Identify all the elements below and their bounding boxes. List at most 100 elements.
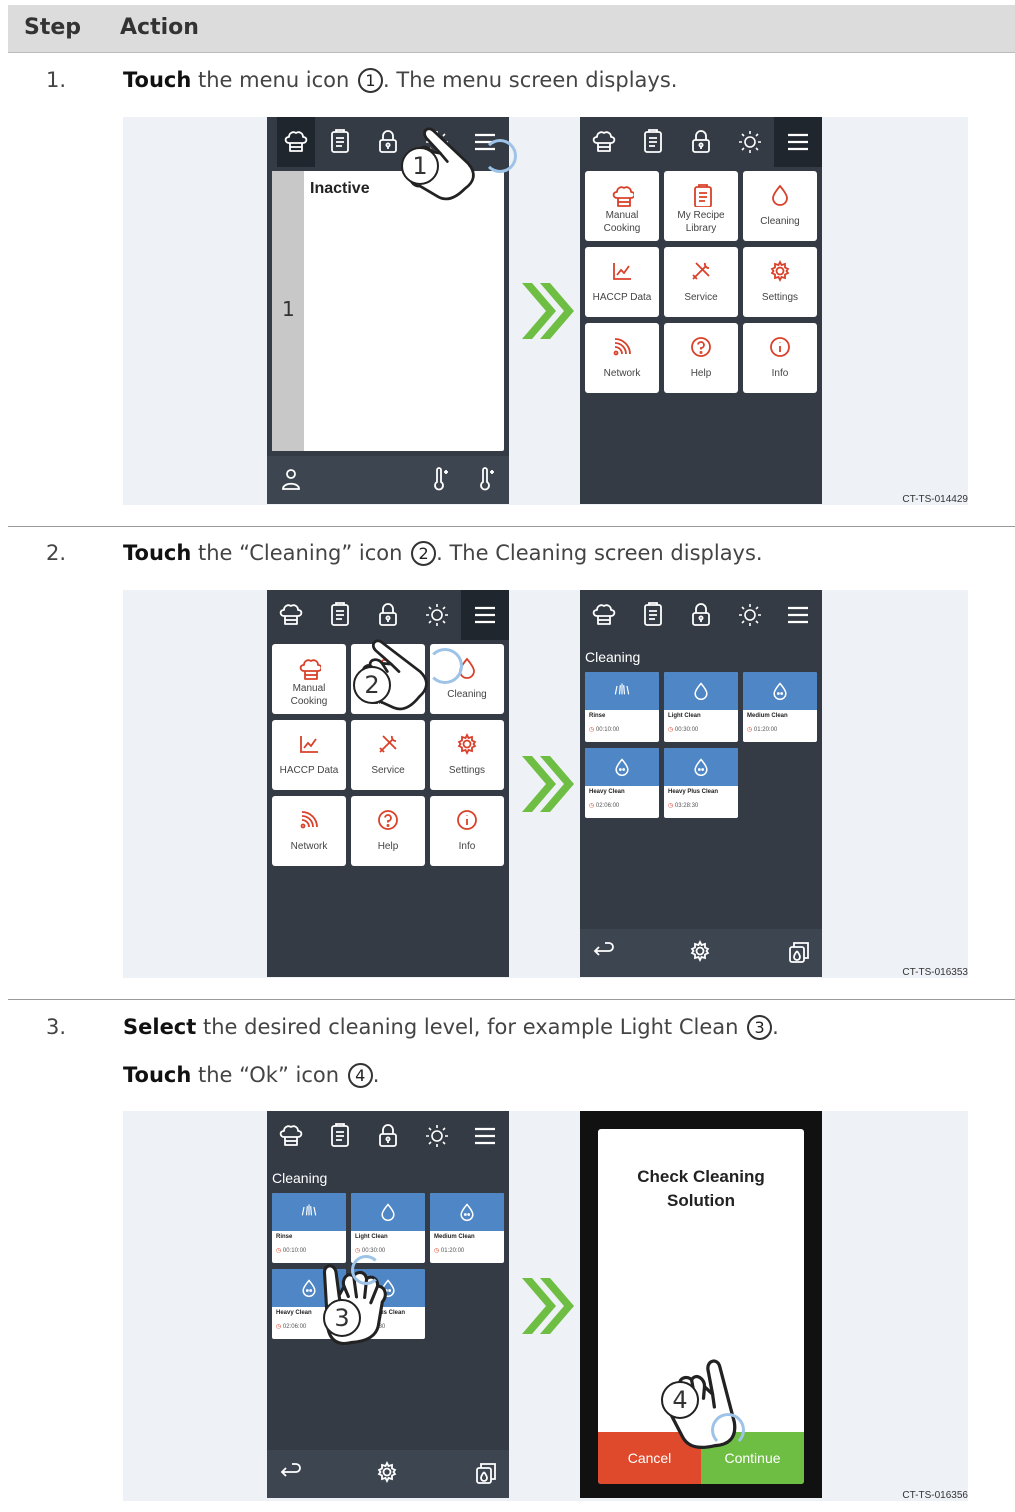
menu-tile-haccp-data[interactable]: HACCP Data	[585, 247, 659, 317]
menu-tile-help[interactable]: Help	[351, 796, 425, 866]
menu-tile-cleaning[interactable]: Cleaning	[743, 171, 817, 241]
menu-button-active[interactable]	[774, 117, 822, 167]
cleaning-program-light-clean[interactable]: Light Clean00:30:00	[664, 672, 738, 742]
menu-tile-label: Info	[771, 368, 789, 379]
dialog-title-line: Check Cleaning	[637, 1167, 765, 1186]
cleaning-drop-icon	[615, 758, 629, 777]
menu-icon[interactable]	[784, 601, 812, 629]
menu-tile-help[interactable]: Help	[664, 323, 738, 393]
back-icon[interactable]	[591, 939, 617, 965]
recipe-icon[interactable]	[326, 128, 354, 156]
column-header-action: Action	[120, 15, 199, 40]
home-icon[interactable]	[277, 117, 315, 167]
status-label: Inactive	[310, 180, 370, 197]
menu-tile-manual-cooking[interactable]: Manual Cooking	[585, 171, 659, 241]
brightness-icon[interactable]	[736, 128, 764, 156]
menu-button-active[interactable]	[461, 590, 509, 640]
chef-hat-icon	[610, 183, 636, 207]
table-header: Step Action	[8, 5, 1015, 53]
cleaning-drop-icon	[694, 758, 708, 777]
screen-title: Cleaning	[585, 649, 641, 665]
home-icon[interactable]	[277, 601, 305, 629]
home-icon[interactable]	[590, 601, 618, 629]
bottom-toolbar	[267, 1450, 509, 1498]
lock-icon[interactable]	[687, 601, 715, 629]
brightness-icon[interactable]	[423, 1122, 451, 1150]
cleaning-drop-icon	[694, 682, 708, 701]
top-toolbar	[580, 590, 822, 640]
slot-strip: 1	[272, 171, 304, 451]
drop-icon	[768, 183, 792, 207]
program-name: Rinse	[589, 713, 606, 719]
menu-tile-service[interactable]: Service	[664, 247, 738, 317]
lock-icon[interactable]	[687, 128, 715, 156]
instruction-text: . The Cleaning screen displays.	[436, 541, 763, 565]
callout-marker: 1	[358, 68, 384, 93]
menu-tile-settings[interactable]: Settings	[743, 247, 817, 317]
touch-hand-callout-2: 2	[335, 637, 463, 717]
instruction-text: the desired cleaning level, for example …	[196, 1015, 746, 1039]
cleaning-program-rinse[interactable]: Rinse 00:10:00	[585, 672, 659, 742]
back-icon[interactable]	[278, 1460, 304, 1486]
menu-tile-service[interactable]: Service	[351, 720, 425, 790]
lock-icon[interactable]	[374, 601, 402, 629]
gear-icon[interactable]	[375, 1460, 401, 1486]
menu-tile-network[interactable]: Network	[585, 323, 659, 393]
brightness-icon[interactable]	[736, 601, 764, 629]
program-icon-area	[585, 748, 659, 786]
cleaning-program-heavy-plus-clean[interactable]: Heavy Plus Clean 03:28:30	[664, 748, 738, 818]
probe-icon[interactable]	[473, 466, 499, 492]
program-duration: 02:06:00	[589, 802, 619, 809]
recipe-icon[interactable]	[326, 1122, 354, 1150]
oven-screen-menu: ManualCooking My RecipeLibrary Cleaning HAC…	[580, 117, 822, 504]
cleaning-program-heavy-clean[interactable]: Heavy Clean 02:06:00	[585, 748, 659, 818]
callout-marker: 1	[401, 147, 439, 185]
tap-ring	[351, 1255, 381, 1285]
cleaning-program-medium-clean[interactable]: Medium Clean 01:20:00	[430, 1193, 504, 1263]
chart-icon	[610, 259, 634, 283]
gear-icon[interactable]	[688, 939, 714, 965]
menu-tile-info[interactable]: Info	[430, 796, 504, 866]
menu-tile-haccp-data[interactable]: HACCP Data	[272, 720, 346, 790]
cleaning-drop-icon	[614, 682, 630, 695]
step-instruction: Touch the menu icon 1. The menu screen d…	[123, 68, 677, 93]
menu-tile-info[interactable]: Info	[743, 323, 817, 393]
user-icon[interactable]	[278, 466, 304, 492]
thermometer-plus-icon[interactable]	[427, 466, 453, 492]
cleaning-agent-icon[interactable]	[785, 939, 811, 965]
dialog-title: Check Cleaning Solution	[598, 1165, 804, 1213]
menu-tile-my-recipe-library[interactable]: My RecipeLibrary	[664, 171, 738, 241]
info-icon	[455, 808, 479, 832]
figure-code: CT-TS-016353	[902, 967, 968, 978]
program-name: Medium Clean	[434, 1234, 475, 1240]
brightness-icon[interactable]	[423, 601, 451, 629]
program-duration: 03:28:30	[668, 802, 698, 809]
recipe-icon[interactable]	[639, 601, 667, 629]
cleaning-drop-icon	[773, 682, 787, 701]
cleaning-drop-icon	[460, 1203, 474, 1222]
recipe-icon[interactable]	[639, 128, 667, 156]
menu-tile-label: Network	[290, 841, 328, 852]
cleaning-drop-icon	[381, 1203, 395, 1222]
instruction-text: .	[372, 1063, 380, 1087]
program-duration: 00:30:00	[668, 726, 698, 733]
cleaning-program-medium-clean[interactable]: Medium Clean 01:20:00	[743, 672, 817, 742]
menu-tile-label: Manual Cooking	[603, 210, 641, 234]
step-instruction: Touch the “Ok” icon 4.	[123, 1063, 379, 1088]
instruction-text: . The menu screen displays.	[383, 68, 678, 92]
home-icon[interactable]	[590, 128, 618, 156]
home-icon[interactable]	[277, 1122, 305, 1150]
menu-tile-network[interactable]: Network	[272, 796, 346, 866]
menu-tile-settings[interactable]: Settings	[430, 720, 504, 790]
program-icon-area	[585, 672, 659, 710]
cleaning-agent-icon[interactable]	[472, 1460, 498, 1486]
menu-icon[interactable]	[471, 1122, 499, 1150]
program-duration: 00:10:00	[589, 726, 619, 733]
menu-tile-label: Network	[603, 368, 641, 379]
recipe-icon[interactable]	[326, 601, 354, 629]
step-instruction: Touch the “Cleaning” icon 2. The Cleanin…	[123, 541, 763, 566]
column-header-step: Step	[24, 15, 82, 40]
cleaning-program-light-clean[interactable]: Light Clean00:30:00	[351, 1193, 425, 1263]
step-illustration: Cleaning Rinse 00:10:00 Light Clean00:30:0…	[123, 1111, 968, 1501]
lock-icon[interactable]	[374, 1122, 402, 1150]
